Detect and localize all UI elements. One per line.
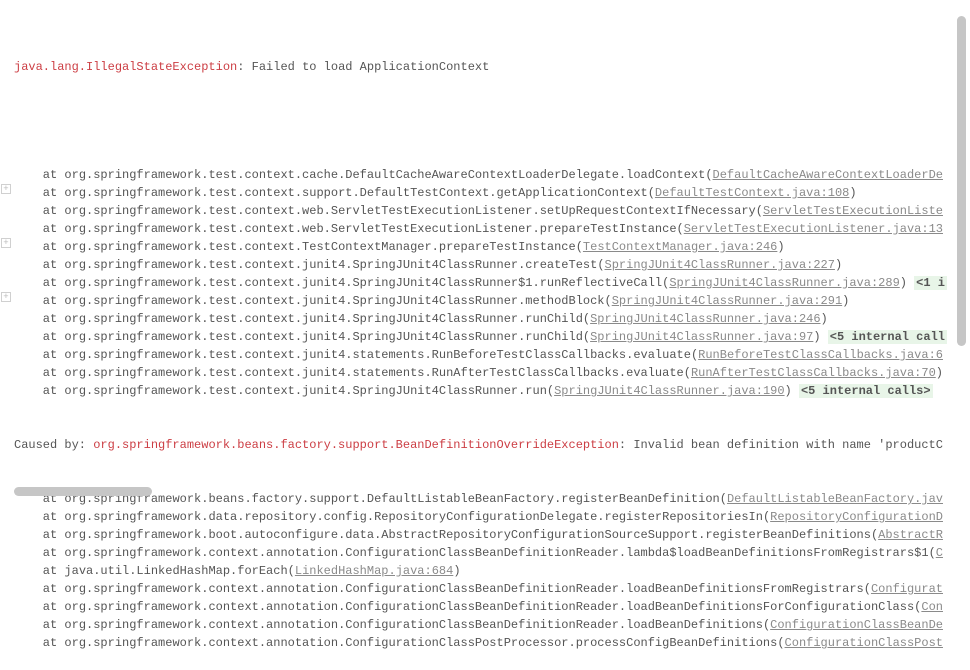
stack-method: org.springframework.context.annotation.C… xyxy=(64,582,863,596)
source-link[interactable]: SpringJUnit4ClassRunner.java:291 xyxy=(612,294,842,308)
expand-fold-icon[interactable]: + xyxy=(1,292,11,302)
collapsed-frames-badge[interactable]: <5 internal call xyxy=(828,330,947,344)
vertical-scrollbar[interactable] xyxy=(957,16,966,346)
source-link[interactable]: SpringJUnit4ClassRunner.java:227 xyxy=(605,258,835,272)
stack-method: org.springframework.test.context.junit4.… xyxy=(64,258,597,272)
stack-method: org.springframework.context.annotation.C… xyxy=(64,546,928,560)
stack-frame: at org.springframework.context.annotatio… xyxy=(14,580,970,598)
stack-frame: at org.springframework.test.context.Test… xyxy=(14,238,970,256)
stack-method: org.springframework.beans.factory.suppor… xyxy=(64,492,719,506)
source-link[interactable]: DefaultListableBeanFactory.jav xyxy=(727,492,943,506)
stack-frame: at org.springframework.context.annotatio… xyxy=(14,598,970,616)
source-link[interactable]: RunBeforeTestClassCallbacks.java:6 xyxy=(698,348,943,362)
stack-frame: at org.springframework.test.context.juni… xyxy=(14,364,970,382)
stack-frame: at org.springframework.data.repository.c… xyxy=(14,508,970,526)
caused-by-line: Caused by: org.springframework.beans.fac… xyxy=(14,436,970,454)
stacktrace-viewport[interactable]: java.lang.IllegalStateException: Failed … xyxy=(14,22,970,670)
source-link[interactable]: C xyxy=(936,546,943,560)
stack-frame: at org.springframework.test.context.juni… xyxy=(14,274,970,292)
source-link[interactable]: Configurat xyxy=(871,582,943,596)
exception-class: java.lang.IllegalStateException xyxy=(14,60,237,74)
stack-frame: at org.springframework.test.context.juni… xyxy=(14,256,970,274)
stack-method: org.springframework.test.context.support… xyxy=(64,186,647,200)
horizontal-scrollbar[interactable] xyxy=(14,487,152,496)
caused-by-class: org.springframework.beans.factory.suppor… xyxy=(93,438,619,452)
stack-frame: at org.springframework.test.context.web.… xyxy=(14,202,970,220)
expand-fold-icon[interactable]: + xyxy=(1,238,11,248)
stack-method: org.springframework.test.context.junit4.… xyxy=(64,330,582,344)
stack-method: java.util.LinkedHashMap.forEach xyxy=(64,564,287,578)
fold-gutter: + + + xyxy=(0,0,14,500)
blank-line xyxy=(14,112,970,130)
source-link[interactable]: SpringJUnit4ClassRunner.java:97 xyxy=(590,330,813,344)
stack-frame: at org.springframework.context.annotatio… xyxy=(14,544,970,562)
source-link[interactable]: RepositoryConfigurationD xyxy=(770,510,943,524)
stack-method: org.springframework.test.context.web.Ser… xyxy=(64,204,755,218)
exception-header: java.lang.IllegalStateException: Failed … xyxy=(14,58,970,76)
stack-method: org.springframework.test.context.junit4.… xyxy=(64,366,683,380)
source-link[interactable]: ServletTestExecutionListe xyxy=(763,204,943,218)
collapsed-frames-badge[interactable]: <5 internal calls> xyxy=(799,384,933,398)
source-link[interactable]: ServletTestExecutionListener.java:13 xyxy=(684,222,943,236)
stack-frame: at org.springframework.beans.factory.sup… xyxy=(14,490,970,508)
source-link[interactable]: DefaultTestContext.java:108 xyxy=(655,186,849,200)
stack-method: org.springframework.test.context.junit4.… xyxy=(64,276,662,290)
stack-method: org.springframework.test.context.junit4.… xyxy=(64,348,691,362)
source-link[interactable]: SpringJUnit4ClassRunner.java:246 xyxy=(590,312,820,326)
expand-fold-icon[interactable]: + xyxy=(1,184,11,194)
stack-frame: at org.springframework.boot.autoconfigur… xyxy=(14,526,970,544)
stack-frame: at org.springframework.test.context.juni… xyxy=(14,310,970,328)
stack-method: org.springframework.test.context.junit4.… xyxy=(64,384,546,398)
stack-frame: at java.util.LinkedHashMap.forEach(Linke… xyxy=(14,562,970,580)
source-link[interactable]: SpringJUnit4ClassRunner.java:190 xyxy=(554,384,784,398)
source-link[interactable]: DefaultCacheAwareContextLoaderDe xyxy=(713,168,943,182)
source-link[interactable]: LinkedHashMap.java:684 xyxy=(295,564,453,578)
collapsed-frames-badge[interactable]: <1 i xyxy=(914,276,947,290)
stack-frame: at org.springframework.test.context.juni… xyxy=(14,346,970,364)
source-link[interactable]: RunAfterTestClassCallbacks.java:70 xyxy=(691,366,936,380)
caused-by-message: Invalid bean definition with name 'produ… xyxy=(633,438,943,452)
source-link[interactable]: ConfigurationClassBeanDe xyxy=(770,618,943,632)
source-link[interactable]: ConfigurationClassPost xyxy=(785,636,943,650)
stack-method: org.springframework.boot.autoconfigure.d… xyxy=(64,528,871,542)
stack-frame: at org.springframework.test.context.web.… xyxy=(14,220,970,238)
stack-method: org.springframework.test.context.cache.D… xyxy=(64,168,705,182)
source-link[interactable]: AbstractR xyxy=(878,528,943,542)
source-link[interactable]: TestContextManager.java:246 xyxy=(583,240,777,254)
stack-frame: at org.springframework.test.context.juni… xyxy=(14,292,970,310)
exception-message: Failed to load ApplicationContext xyxy=(252,60,490,74)
stack-method: org.springframework.test.context.TestCon… xyxy=(64,240,575,254)
stack-method: org.springframework.context.annotation.C… xyxy=(64,636,777,650)
stack-frame: at org.springframework.test.context.cach… xyxy=(14,166,970,184)
source-link[interactable]: Con xyxy=(921,600,943,614)
stack-method: org.springframework.test.context.junit4.… xyxy=(64,294,604,308)
stack-method: org.springframework.test.context.junit4.… xyxy=(64,312,582,326)
source-link[interactable]: SpringJUnit4ClassRunner.java:289 xyxy=(669,276,899,290)
stack-frame: at org.springframework.context.annotatio… xyxy=(14,616,970,634)
stack-frame: at org.springframework.test.context.supp… xyxy=(14,184,970,202)
stack-frame: at org.springframework.context.annotatio… xyxy=(14,634,970,652)
stack-method: org.springframework.test.context.web.Ser… xyxy=(64,222,676,236)
stack-frame: at org.springframework.test.context.juni… xyxy=(14,328,970,346)
stack-method: org.springframework.data.repository.conf… xyxy=(64,510,763,524)
stack-frame: at org.springframework.test.context.juni… xyxy=(14,382,970,400)
stack-method: org.springframework.context.annotation.C… xyxy=(64,600,914,614)
stack-method: org.springframework.context.annotation.C… xyxy=(64,618,763,632)
